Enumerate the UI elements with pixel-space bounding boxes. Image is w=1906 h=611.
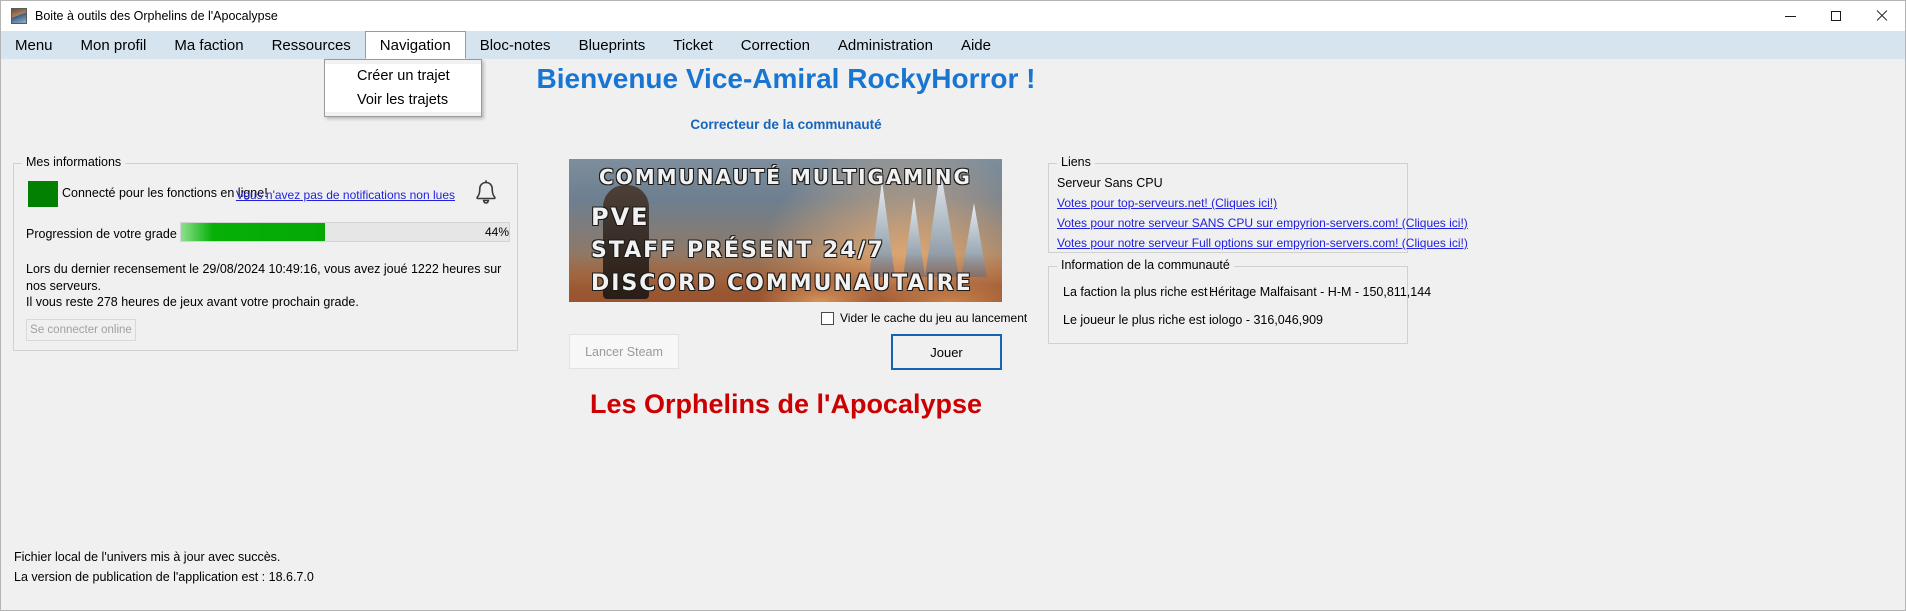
dropdown-item-voir-les-trajets[interactable]: Voir les trajets (325, 88, 481, 112)
richest-faction-label: La faction la plus riche est : (1063, 285, 1215, 299)
community-information-title: Information de la communauté (1057, 258, 1234, 272)
menu-bar: Menu Mon profil Ma faction Ressources Na… (1, 31, 1905, 59)
menu-item-menu[interactable]: Menu (1, 31, 67, 59)
menu-item-ticket[interactable]: Ticket (659, 31, 726, 59)
dropdown-item-creer-un-trajet[interactable]: Créer un trajet (325, 64, 481, 88)
link-full-options-empyrion[interactable]: Votes pour notre serveur Full options su… (1057, 236, 1468, 250)
role-subtitle: Correcteur de la communauté (690, 117, 882, 132)
menu-item-correction[interactable]: Correction (727, 31, 824, 59)
close-icon (1876, 10, 1888, 22)
menu-item-blueprints[interactable]: Blueprints (565, 31, 660, 59)
status-line-1: Fichier local de l'univers mis à jour av… (14, 550, 281, 564)
census-line-2: Il vous reste 278 heures de jeux avant v… (26, 295, 359, 309)
my-information-panel: Mes informations Connecté pour les fonct… (13, 155, 518, 351)
window-controls (1767, 1, 1905, 31)
close-button[interactable] (1859, 1, 1905, 31)
census-line-1: Lors du dernier recensement le 29/08/202… (26, 262, 502, 293)
community-information-panel: Information de la communauté La faction … (1048, 258, 1431, 344)
status-line-2: La version de publication de l'applicati… (14, 570, 314, 584)
grade-progress-bar (180, 222, 510, 242)
connect-online-button[interactable]: Se connecter online (26, 319, 136, 341)
application-window: Boite à outils des Orphelins de l'Apocal… (0, 0, 1906, 611)
banner-line-3: STAFF PRÉSENT 24/7 (591, 238, 885, 263)
window-title: Boite à outils des Orphelins de l'Apocal… (35, 9, 278, 23)
notifications-link[interactable]: Vous n'avez pas de notifications non lue… (236, 188, 455, 202)
menu-item-bloc-notes[interactable]: Bloc-notes (466, 31, 565, 59)
notification-bell-icon[interactable] (473, 179, 499, 209)
richest-player-value: iologo - 316,046,909 (1209, 313, 1323, 327)
app-icon (11, 8, 27, 24)
grade-progress-label: Progression de votre grade : (26, 227, 184, 241)
link-sans-cpu-empyrion[interactable]: Votes pour notre serveur SANS CPU sur em… (1057, 216, 1468, 230)
minimize-button[interactable] (1767, 1, 1813, 31)
banner-line-4: DISCORD COMMUNAUTAIRE (591, 271, 973, 296)
clear-cache-label: Vider le cache du jeu au lancement (840, 311, 1028, 325)
menu-item-aide[interactable]: Aide (947, 31, 1005, 59)
title-bar: Boite à outils des Orphelins de l'Apocal… (1, 1, 1905, 31)
richest-faction-value: Héritage Malfaisant - H-M - 150,811,144 (1209, 285, 1432, 299)
links-panel: Liens Serveur Sans CPU Votes pour top-se… (1048, 155, 1468, 253)
clear-cache-checkbox[interactable] (821, 311, 834, 325)
maximize-button[interactable] (1813, 1, 1859, 31)
play-button[interactable]: Jouer (891, 334, 1002, 370)
menu-item-ma-faction[interactable]: Ma faction (160, 31, 257, 59)
richest-player-label: Le joueur le plus riche est : (1063, 313, 1213, 327)
minimize-icon (1784, 15, 1796, 17)
grade-progress-fill (181, 223, 326, 241)
richest-player-row: Le joueur le plus riche est : iologo - 3… (1063, 313, 1323, 327)
banner-line-2: PVE (591, 203, 650, 231)
menu-item-ressources[interactable]: Ressources (258, 31, 365, 59)
banner-line-1: COMMUNAUTÉ MULTIGAMING (599, 165, 972, 189)
menu-item-navigation[interactable]: Navigation (364, 31, 466, 59)
community-banner-image: COMMUNAUTÉ MULTIGAMING PVE STAFF PRÉSENT… (569, 159, 1002, 302)
menu-item-administration[interactable]: Administration (824, 31, 947, 59)
clan-title: Les Orphelins de l'Apocalypse (589, 389, 983, 419)
clear-cache-row: Vider le cache du jeu au lancement (821, 311, 1027, 325)
online-status-indicator (28, 181, 58, 207)
my-information-title: Mes informations (22, 155, 126, 169)
menu-item-mon-profil[interactable]: Mon profil (67, 31, 161, 59)
link-top-serveurs[interactable]: Votes pour top-serveurs.net! (Cliques ic… (1057, 196, 1277, 210)
links-title: Liens (1057, 155, 1095, 169)
links-subtitle: Serveur Sans CPU (1057, 176, 1163, 190)
launch-steam-button[interactable]: Lancer Steam (569, 334, 679, 369)
navigation-dropdown-menu: Créer un trajet Voir les trajets (324, 59, 482, 117)
census-text: Lors du dernier recensement le 29/08/202… (26, 261, 511, 311)
maximize-icon (1831, 11, 1841, 21)
grade-progress-percent: 44% (484, 225, 509, 239)
richest-faction-row: La faction la plus riche est : Héritage … (1063, 285, 1431, 299)
